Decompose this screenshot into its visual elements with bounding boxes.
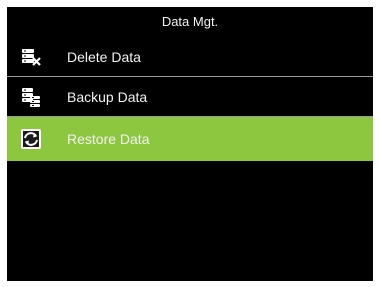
database-delete-icon [21,47,41,67]
database-backup-icon [21,87,41,107]
menu-item-restore-data[interactable]: Restore Data [7,117,373,161]
menu-item-label: Restore Data [67,131,150,147]
menu-item-label: Backup Data [67,88,148,105]
menu-item-label: Delete Data [67,48,141,65]
menu-item-backup-data[interactable]: Backup Data [7,77,373,117]
device-screen: Data Mgt. Delete Data Backup Data Restor… [7,7,373,281]
page-title: Data Mgt. [161,14,219,29]
database-restore-icon [21,129,41,149]
menu-item-delete-data[interactable]: Delete Data [7,37,373,77]
